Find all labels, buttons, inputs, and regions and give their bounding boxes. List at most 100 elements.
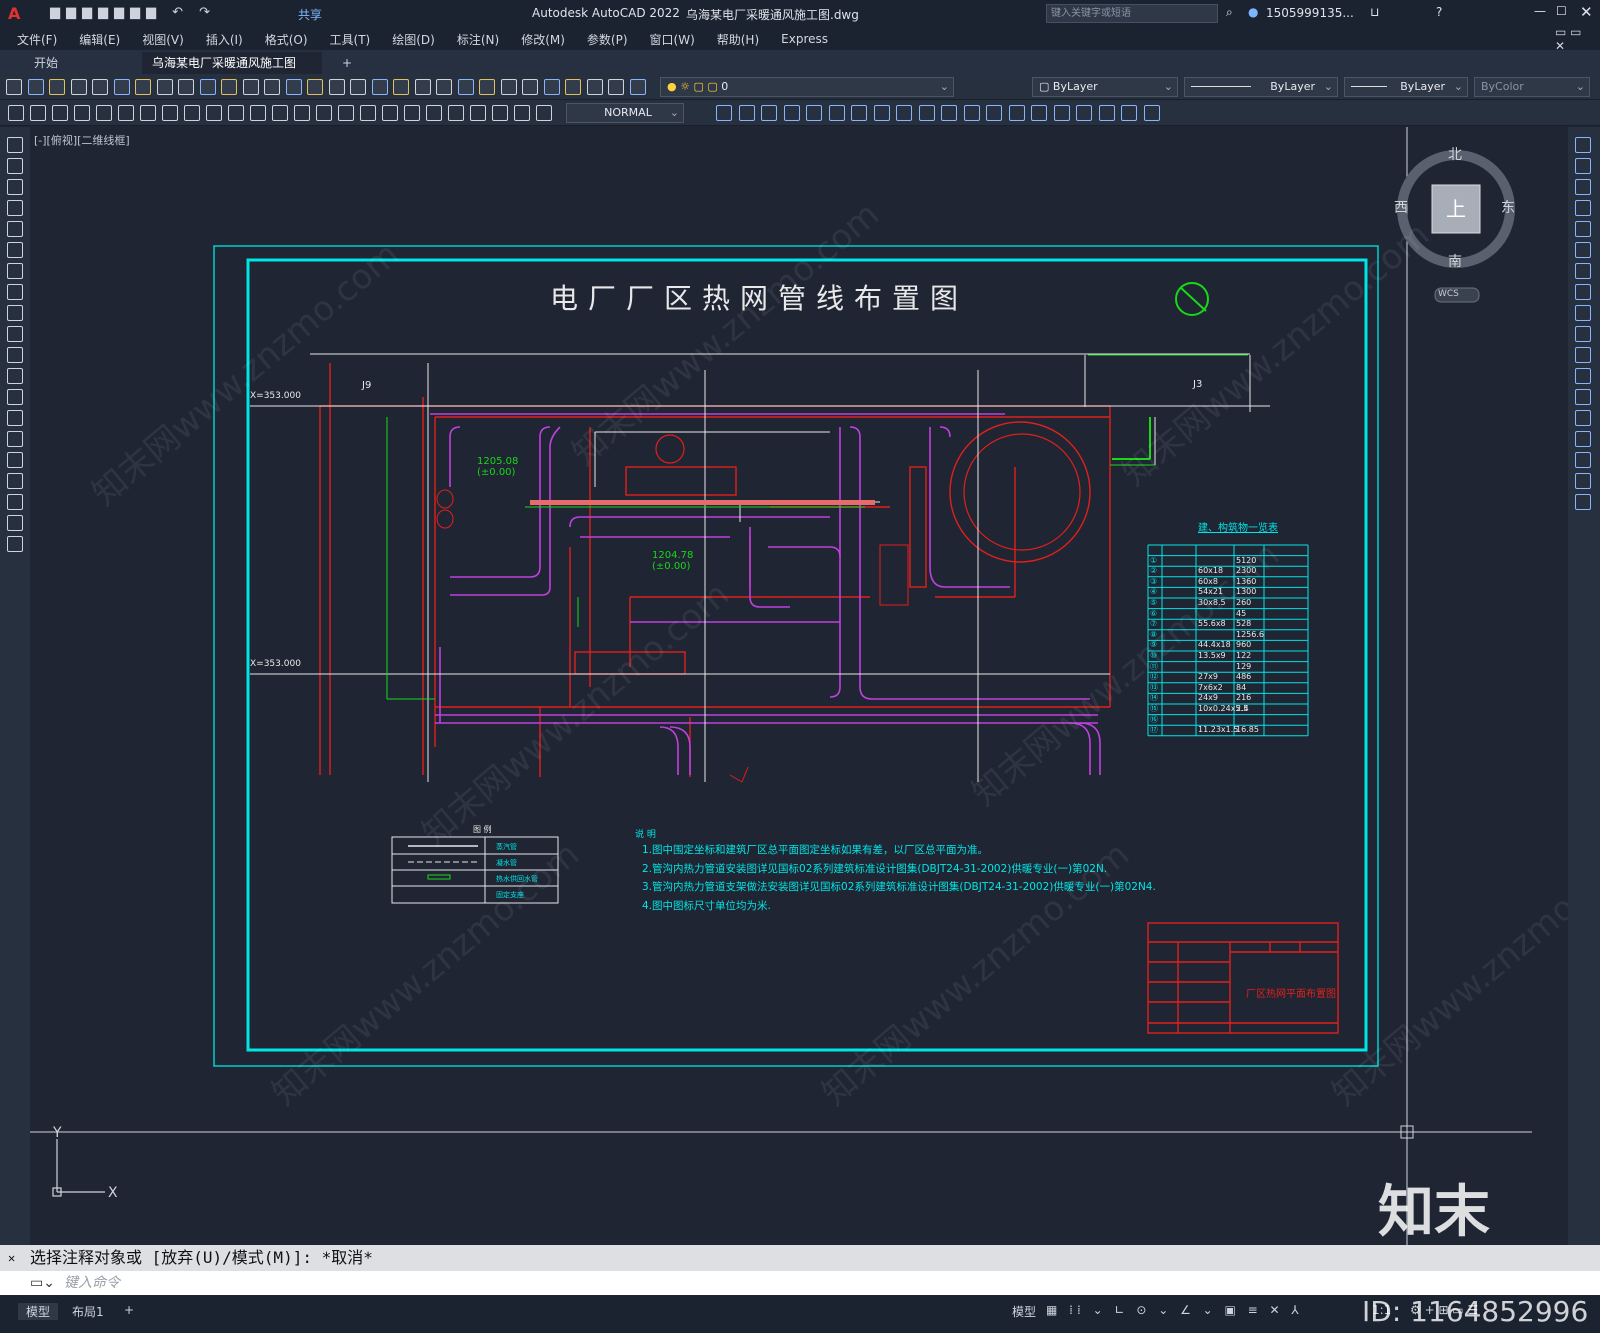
modify-side-tool-icon[interactable] xyxy=(1575,389,1591,405)
draw-side-tool-icon[interactable] xyxy=(7,263,23,279)
menu-dimension[interactable]: 标注(N) xyxy=(446,31,510,48)
modify-tool-icon[interactable] xyxy=(1008,105,1025,121)
draw-side-tool-icon[interactable] xyxy=(7,347,23,363)
add-layout-button[interactable]: + xyxy=(124,1303,134,1317)
draw-side-tool-icon[interactable] xyxy=(7,221,23,237)
menu-tools[interactable]: 工具(T) xyxy=(319,31,382,48)
modify-tool-icon[interactable] xyxy=(851,105,867,121)
dimension-tool-icon[interactable] xyxy=(8,105,24,121)
lineweight-combo[interactable]: ByLayer ⌄ xyxy=(1344,77,1468,97)
draw-side-tool-icon[interactable] xyxy=(7,179,23,195)
toolbar-tool-icon[interactable] xyxy=(371,79,388,95)
toolbar-tool-icon[interactable] xyxy=(500,79,517,95)
draw-side-tool-icon[interactable] xyxy=(7,305,23,321)
status-toggles[interactable]: ▦ ⁞⁞ ⌄ ∟ ⊙ ⌄ ∠ ⌄ ▣ ≡ ✕ ⅄ xyxy=(1046,1303,1303,1317)
doc-restore-button[interactable]: ▭ ▭ ✕ xyxy=(1544,25,1600,53)
dimension-tool-icon[interactable] xyxy=(228,105,244,121)
viewcube-north[interactable]: 北 xyxy=(1448,144,1462,164)
close-button[interactable]: ✕ xyxy=(1580,3,1593,21)
toolbar-tool-icon[interactable] xyxy=(608,79,624,95)
toolbar-tool-icon[interactable] xyxy=(92,79,108,95)
modify-side-tool-icon[interactable] xyxy=(1575,137,1591,153)
plotstyle-combo[interactable]: ByColor ⌄ xyxy=(1474,77,1590,97)
modify-side-tool-icon[interactable] xyxy=(1575,305,1591,321)
draw-side-tool-icon[interactable] xyxy=(7,137,23,153)
toolbar-tool-icon[interactable] xyxy=(285,79,302,95)
toolbar-tool-icon[interactable] xyxy=(543,79,560,95)
menu-file[interactable]: 文件(F) xyxy=(6,31,68,48)
modify-side-tool-icon[interactable] xyxy=(1575,263,1591,279)
modify-side-tool-icon[interactable] xyxy=(1575,200,1591,216)
draw-side-tool-icon[interactable] xyxy=(7,326,23,342)
toolbar-tool-icon[interactable] xyxy=(113,79,130,95)
tab-model[interactable]: 模型 xyxy=(18,1303,59,1320)
viewcube-top[interactable]: 上 xyxy=(1446,193,1466,222)
modify-tool-icon[interactable] xyxy=(716,105,732,121)
dimension-tool-icon[interactable] xyxy=(294,105,310,121)
dimension-tool-icon[interactable] xyxy=(426,105,442,121)
toolbar-tool-icon[interactable] xyxy=(199,79,216,95)
modify-side-tool-icon[interactable] xyxy=(1575,221,1591,237)
modify-side-tool-icon[interactable] xyxy=(1575,347,1591,363)
dimension-tool-icon[interactable] xyxy=(338,105,354,121)
modify-tool-icon[interactable] xyxy=(1143,105,1160,121)
toolbar-tool-icon[interactable] xyxy=(6,79,22,95)
draw-side-tool-icon[interactable] xyxy=(7,515,23,531)
dimension-tool-icon[interactable] xyxy=(52,105,68,121)
command-input[interactable]: ▭⌄ 键入命令 xyxy=(0,1271,1600,1295)
draw-side-tool-icon[interactable] xyxy=(7,389,23,405)
toolbar-tool-icon[interactable] xyxy=(27,79,44,95)
toolbar-tool-icon[interactable] xyxy=(350,79,366,95)
menu-edit[interactable]: 编辑(E) xyxy=(68,31,131,48)
share-button[interactable]: 共享 xyxy=(298,6,322,23)
dimension-tool-icon[interactable] xyxy=(272,105,288,121)
menu-parametric[interactable]: 参数(P) xyxy=(576,31,639,48)
maximize-button[interactable]: ☐ xyxy=(1556,4,1567,18)
dimension-tool-icon[interactable] xyxy=(470,105,486,121)
toolbar-tool-icon[interactable] xyxy=(242,79,259,95)
modify-side-tool-icon[interactable] xyxy=(1575,158,1591,174)
wcs-label[interactable]: WCS xyxy=(1438,289,1459,299)
draw-side-tool-icon[interactable] xyxy=(7,494,23,510)
model-space-button[interactable]: 模型 xyxy=(1012,1303,1036,1320)
toolbar-tool-icon[interactable] xyxy=(414,79,431,95)
toolbar-tool-icon[interactable] xyxy=(307,79,323,95)
modify-tool-icon[interactable] xyxy=(1053,105,1070,121)
draw-side-tool-icon[interactable] xyxy=(7,242,23,258)
toolbar-tool-icon[interactable] xyxy=(221,79,237,95)
dimension-tool-icon[interactable] xyxy=(162,105,178,121)
dimension-tool-icon[interactable] xyxy=(184,105,200,121)
modify-side-tool-icon[interactable] xyxy=(1575,368,1591,384)
modify-tool-icon[interactable] xyxy=(1031,105,1047,121)
modify-side-tool-icon[interactable] xyxy=(1575,452,1591,468)
modify-side-tool-icon[interactable] xyxy=(1575,242,1591,258)
toolbar-tool-icon[interactable] xyxy=(436,79,452,95)
tab-add-button[interactable]: + xyxy=(332,52,362,74)
toolbar-tool-icon[interactable] xyxy=(178,79,194,95)
toolbar-tool-icon[interactable] xyxy=(70,79,87,95)
modify-tool-icon[interactable] xyxy=(896,105,912,121)
menu-window[interactable]: 窗口(W) xyxy=(639,31,706,48)
modify-tool-icon[interactable] xyxy=(806,105,822,121)
dimension-tool-icon[interactable] xyxy=(536,105,552,121)
modify-side-tool-icon[interactable] xyxy=(1575,431,1591,447)
command-icon[interactable]: ▭⌄ xyxy=(30,1271,55,1295)
toolbar-tool-icon[interactable] xyxy=(629,79,646,95)
dimension-tool-icon[interactable] xyxy=(360,105,376,121)
toolbar-tool-icon[interactable] xyxy=(49,79,65,95)
modify-tool-icon[interactable] xyxy=(986,105,1002,121)
dimension-tool-icon[interactable] xyxy=(514,105,530,121)
draw-side-tool-icon[interactable] xyxy=(7,158,23,174)
modify-tool-icon[interactable] xyxy=(738,105,755,121)
menu-help[interactable]: 帮助(H) xyxy=(706,31,770,48)
help-icon[interactable]: ? xyxy=(1436,5,1442,19)
user-name[interactable]: 1505999135... xyxy=(1266,6,1354,20)
tab-drawing[interactable]: 乌海某电厂采暖通风施工图*✕ xyxy=(142,52,322,92)
modify-tool-icon[interactable] xyxy=(761,105,777,121)
dimension-tool-icon[interactable] xyxy=(382,105,398,121)
menu-insert[interactable]: 插入(I) xyxy=(195,31,254,48)
user-icon[interactable]: ● xyxy=(1248,5,1258,19)
modify-tool-icon[interactable] xyxy=(963,105,980,121)
draw-side-tool-icon[interactable] xyxy=(7,368,23,384)
menu-view[interactable]: 视图(V) xyxy=(131,31,195,48)
